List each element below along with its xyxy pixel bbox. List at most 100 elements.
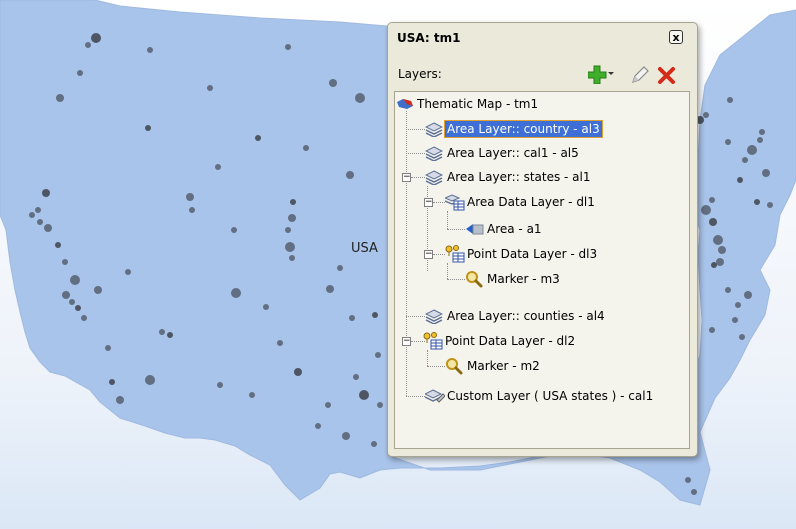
map-point-marker[interactable] bbox=[44, 224, 52, 232]
map-point-marker[interactable] bbox=[744, 291, 752, 299]
map-point-marker[interactable] bbox=[285, 227, 291, 233]
map-point-marker[interactable] bbox=[37, 219, 43, 225]
map-point-marker[interactable] bbox=[217, 382, 223, 388]
map-point-marker[interactable] bbox=[725, 287, 731, 293]
map-point-marker[interactable] bbox=[116, 396, 124, 404]
map-point-marker[interactable] bbox=[713, 235, 723, 245]
map-point-marker[interactable] bbox=[371, 441, 377, 447]
map-point-marker[interactable] bbox=[29, 212, 35, 218]
map-point-marker[interactable] bbox=[145, 125, 151, 131]
map-point-marker[interactable] bbox=[215, 164, 221, 170]
map-point-marker[interactable] bbox=[355, 93, 365, 103]
map-point-marker[interactable] bbox=[159, 329, 165, 335]
map-point-marker[interactable] bbox=[69, 299, 75, 305]
map-point-marker[interactable] bbox=[290, 199, 296, 205]
map-point-marker[interactable] bbox=[709, 327, 715, 333]
map-point-marker[interactable] bbox=[277, 340, 283, 346]
map-point-marker[interactable] bbox=[754, 199, 760, 205]
map-point-marker[interactable] bbox=[326, 285, 334, 293]
map-point-marker[interactable] bbox=[372, 312, 378, 318]
map-point-marker[interactable] bbox=[727, 97, 733, 103]
map-point-marker[interactable] bbox=[167, 332, 173, 338]
map-point-marker[interactable] bbox=[85, 42, 91, 48]
map-point-marker[interactable] bbox=[337, 265, 343, 271]
map-point-marker[interactable] bbox=[288, 214, 296, 222]
expander-states[interactable]: − bbox=[402, 173, 411, 182]
map-point-marker[interactable] bbox=[732, 317, 738, 323]
edit-layer-button[interactable] bbox=[630, 65, 650, 85]
map-point-marker[interactable] bbox=[349, 315, 355, 321]
layers-popup[interactable]: USA: tm1 x Layers: − − − − Thematic Map … bbox=[387, 22, 698, 457]
map-point-marker[interactable] bbox=[718, 246, 726, 254]
map-point-marker[interactable] bbox=[737, 177, 743, 183]
map-point-marker[interactable] bbox=[742, 157, 748, 163]
map-point-marker[interactable] bbox=[716, 258, 724, 266]
map-point-marker[interactable] bbox=[75, 305, 81, 311]
tree-node-area-data-layer[interactable]: Area Data Layer - dl1 bbox=[445, 193, 597, 211]
map-point-marker[interactable] bbox=[145, 375, 155, 385]
add-layer-button[interactable] bbox=[587, 64, 614, 85]
map-point-marker[interactable] bbox=[94, 286, 102, 294]
map-point-marker[interactable] bbox=[739, 334, 745, 340]
map-point-marker[interactable] bbox=[263, 304, 269, 310]
map-point-marker[interactable] bbox=[711, 262, 717, 268]
map-point-marker[interactable] bbox=[691, 489, 697, 495]
map-point-marker[interactable] bbox=[105, 345, 111, 351]
map-point-marker[interactable] bbox=[109, 379, 115, 385]
expander-point-data-layer-dl2[interactable]: − bbox=[402, 337, 411, 346]
map-point-marker[interactable] bbox=[207, 85, 213, 91]
expander-point-data-layer-dl3[interactable]: − bbox=[424, 250, 433, 259]
map-point-marker[interactable] bbox=[56, 94, 64, 102]
map-point-marker[interactable] bbox=[285, 242, 295, 252]
map-point-marker[interactable] bbox=[701, 205, 711, 215]
tree-node-point-data-layer-dl2[interactable]: Point Data Layer - dl2 bbox=[423, 332, 577, 350]
map-point-marker[interactable] bbox=[315, 423, 321, 429]
map-point-marker[interactable] bbox=[735, 302, 741, 308]
tree-node-area-layer-counties[interactable]: Area Layer:: counties - al4 bbox=[425, 307, 607, 325]
map-point-marker[interactable] bbox=[709, 197, 715, 203]
map-point-marker[interactable] bbox=[289, 255, 295, 261]
map-point-marker[interactable] bbox=[62, 259, 68, 265]
delete-layer-button[interactable] bbox=[657, 65, 677, 85]
map-point-marker[interactable] bbox=[709, 218, 717, 226]
tree-node-custom-layer[interactable]: Custom Layer ( USA states ) - cal1 bbox=[425, 387, 655, 405]
map-point-marker[interactable] bbox=[186, 193, 194, 201]
map-point-marker[interactable] bbox=[303, 145, 309, 151]
map-point-marker[interactable] bbox=[725, 139, 731, 145]
map-point-marker[interactable] bbox=[685, 477, 691, 483]
map-point-marker[interactable] bbox=[346, 171, 354, 179]
map-point-marker[interactable] bbox=[375, 352, 381, 358]
map-point-marker[interactable] bbox=[231, 227, 237, 233]
map-point-marker[interactable] bbox=[62, 291, 70, 299]
map-point-marker[interactable] bbox=[325, 402, 331, 408]
map-point-marker[interactable] bbox=[249, 392, 255, 398]
tree-node-area-layer-country[interactable]: Area Layer:: country - al3 bbox=[425, 120, 603, 138]
tree-node-point-data-layer-dl3[interactable]: Point Data Layer - dl3 bbox=[445, 245, 599, 263]
map-point-marker[interactable] bbox=[77, 70, 83, 76]
map-point-marker[interactable] bbox=[359, 390, 369, 400]
tree-node-marker-m2[interactable]: Marker - m2 bbox=[445, 357, 542, 375]
map-point-marker[interactable] bbox=[757, 137, 763, 143]
map-point-marker[interactable] bbox=[70, 275, 80, 285]
close-button[interactable]: x bbox=[669, 30, 683, 44]
map-point-marker[interactable] bbox=[91, 33, 101, 43]
expander-area-data-layer[interactable]: − bbox=[424, 198, 433, 207]
map-point-marker[interactable] bbox=[35, 207, 41, 213]
map-point-marker[interactable] bbox=[329, 79, 337, 87]
map-point-marker[interactable] bbox=[747, 145, 757, 155]
map-point-marker[interactable] bbox=[342, 432, 350, 440]
map-point-marker[interactable] bbox=[294, 368, 302, 376]
map-point-marker[interactable] bbox=[55, 242, 61, 248]
map-point-marker[interactable] bbox=[353, 374, 359, 380]
map-point-marker[interactable] bbox=[377, 402, 383, 408]
map-point-marker[interactable] bbox=[81, 315, 87, 321]
map-point-marker[interactable] bbox=[189, 207, 195, 213]
map-point-marker[interactable] bbox=[759, 129, 765, 135]
tree-node-area-layer-states[interactable]: Area Layer:: states - al1 bbox=[425, 168, 593, 186]
map-point-marker[interactable] bbox=[703, 112, 709, 118]
map-point-marker[interactable] bbox=[231, 288, 241, 298]
tree-node-area-a1[interactable]: Area - a1 bbox=[465, 220, 544, 238]
map-point-marker[interactable] bbox=[762, 169, 770, 177]
map-point-marker[interactable] bbox=[147, 47, 153, 53]
tree-node-area-layer-cal1[interactable]: Area Layer:: cal1 - al5 bbox=[425, 144, 581, 162]
